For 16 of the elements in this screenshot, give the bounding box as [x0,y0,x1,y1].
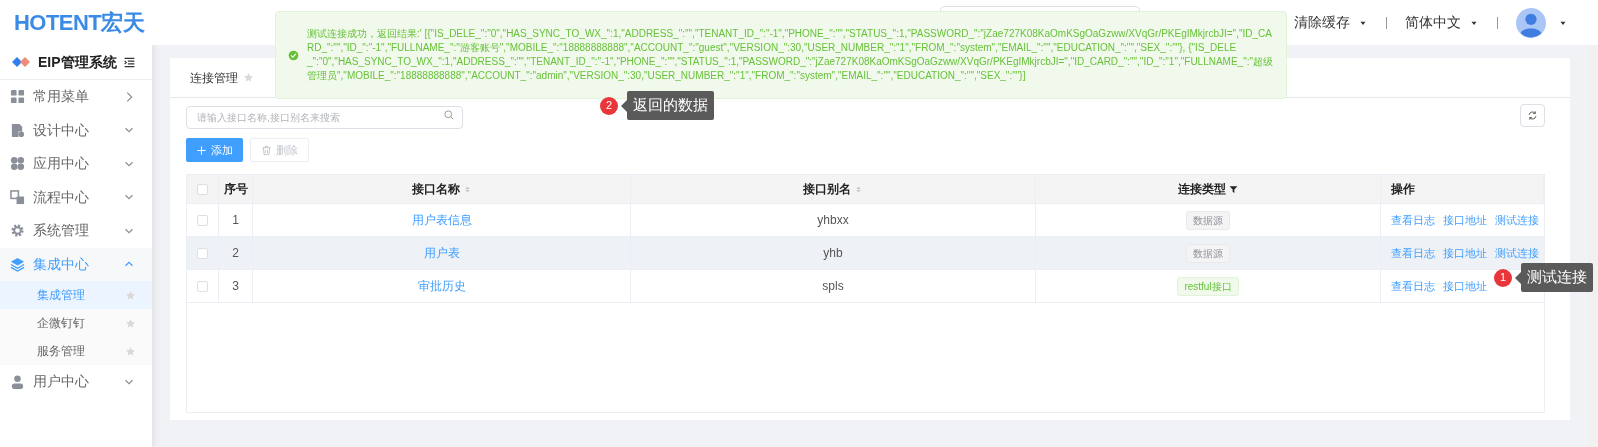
message-text: 测试连接成功，返回结果:' [{"IS_DELE_":"0","HAS_SYNC_TO_WX_":1,"ADDRESS_":"","TENANT_ID_":"-1","PHONE_":"","STATUS_":1,"PASSWORD_":"jZae727K08KaOmKSgOaGzww/XVqGr/PKEgIMkjrcbJI=","ID_CARD_":"","ID_":"-1","FULLNAME_":"游客账号","MOBILE_":"18888888888","ACCOUNT_":"guest","VERSION_":30,"USER_NUMBER_":"1","FROM_":"system","EMAIL_":"","EDUCATION_":"","SEX_":""}, {"IS_DELE_":"0","HAS_SYNC_TO_WX_":1,"ADDRESS_":"","TENANT_ID_":"-1","PHONE_":"","STATUS_":1,"PASSWORD_":"jZae727K08KaOmKSgOaGzww/XVqGr/PKEgIMkjrcbJI=","ID_CARD_":"","ID_":"1","FULLNAME_":"超级管理员","MOBILE_":"18888888888","ACCOUNT_":"admin","VERSION_":30,"USER_NUMBER_":"1","FROM_":"system","EMAIL_":"","EDUCATION_":"","SEX_":""}] [307,27,1274,83]
callout-tooltip: 测试连接 [1521,263,1593,292]
table-cell-text: spls [822,278,844,295]
callout-tooltip: 返回的数据 [627,91,714,120]
type-tag: 数据源 [1186,210,1230,230]
app-title: EIP管理系统 [38,52,117,72]
table-cell-text: yhb [823,245,843,262]
logo: HOTENT宏天 [14,9,145,37]
column-header: 序号 [223,181,248,198]
table-cell-text: 1 [232,212,239,229]
type-tag: 数据源 [1186,243,1230,263]
column-header: 操作 [1391,181,1415,198]
table-cell-text: 3 [232,278,239,295]
table-cell-text: 2 [232,245,239,262]
table-cell-text: yhbxx [817,212,849,229]
type-tag: restful接口 [1177,276,1239,296]
